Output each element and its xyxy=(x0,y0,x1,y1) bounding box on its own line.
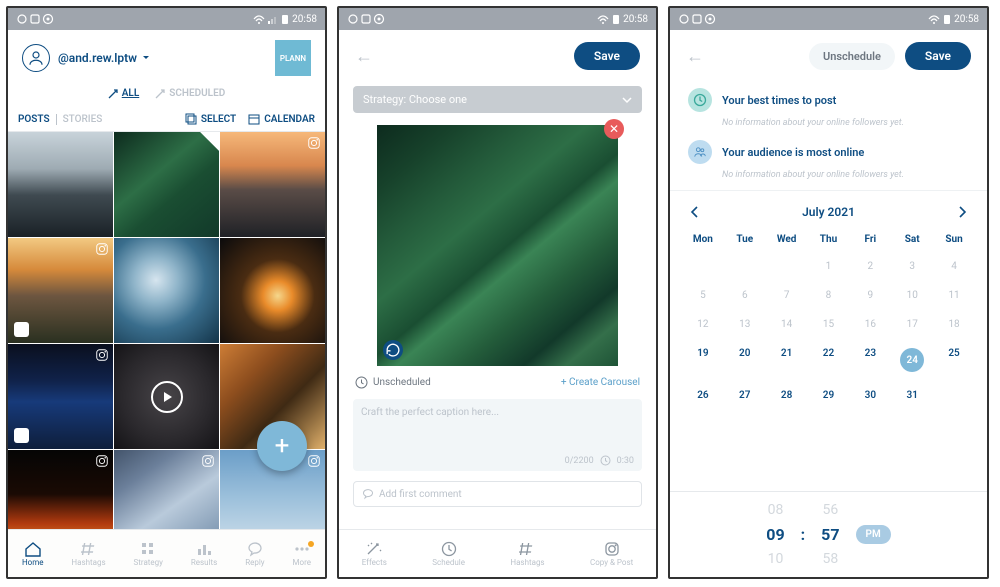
post-thumb[interactable] xyxy=(114,238,219,343)
info-subtitle: No information about your online followe… xyxy=(670,170,987,186)
post-image[interactable]: ✕ xyxy=(377,125,618,366)
status-bar: 20:58 xyxy=(670,8,987,30)
nav-hashtags[interactable]: Hashtags xyxy=(510,541,544,567)
avatar-icon[interactable] xyxy=(22,44,50,72)
clock-label: 20:58 xyxy=(292,14,317,25)
chevron-down-icon xyxy=(622,96,632,104)
tab-scheduled[interactable]: SCHEDULED xyxy=(155,88,225,99)
panel-schedule: 20:58 ← Unschedule Save Your best times … xyxy=(668,6,989,579)
nav-reply[interactable]: Reply xyxy=(245,541,264,567)
back-button[interactable]: ← xyxy=(355,46,373,67)
nav-home[interactable]: Home xyxy=(22,541,44,567)
calendar-button[interactable]: CALENDAR xyxy=(248,113,315,125)
add-post-fab[interactable] xyxy=(257,421,307,471)
post-thumb[interactable] xyxy=(8,344,113,449)
unschedule-button[interactable]: Unschedule xyxy=(809,43,895,70)
nav-results[interactable]: Results xyxy=(191,541,217,567)
bottom-nav: Home Hashtags Strategy Results Reply Mor… xyxy=(8,529,325,577)
comment-icon xyxy=(362,488,374,500)
caption-input[interactable]: Craft the perfect caption here... 0/2200… xyxy=(353,399,642,471)
panel-grid: 20:58 @and.rew.lptw PLANN ALL SCHEDULED … xyxy=(6,6,327,579)
checkbox-icon[interactable] xyxy=(14,322,29,337)
nav-hashtags[interactable]: Hashtags xyxy=(71,541,105,567)
minute-wheel[interactable]: 56 57 58 xyxy=(821,502,839,567)
best-times-row: Your best times to post xyxy=(670,82,987,118)
calendar-grid[interactable]: MonTueWedThuFriSatSun1234567891011121314… xyxy=(670,227,987,410)
post-thumb[interactable] xyxy=(220,132,325,237)
notification-dot-icon xyxy=(308,541,314,547)
post-thumb[interactable] xyxy=(220,238,325,343)
ampm-toggle[interactable]: PM xyxy=(856,525,891,544)
clock-label: 20:58 xyxy=(623,14,648,25)
create-carousel-link[interactable]: + Create Carousel xyxy=(561,377,640,388)
play-icon xyxy=(114,344,219,449)
hour-wheel[interactable]: 08 09 10 xyxy=(766,502,784,567)
prev-month-button[interactable] xyxy=(690,206,700,218)
next-month-button[interactable] xyxy=(957,206,967,218)
tab-all[interactable]: ALL xyxy=(108,88,140,99)
time-picker[interactable]: 08 09 10 : 56 57 58 PM xyxy=(670,491,987,577)
info-subtitle: No information about your online followe… xyxy=(670,118,987,134)
post-thumb[interactable] xyxy=(114,450,219,529)
editor-bottom-nav: Effects Schedule Hashtags Copy & Post xyxy=(339,529,656,577)
audience-icon xyxy=(688,140,712,164)
nav-more[interactable]: More xyxy=(293,541,311,567)
scheduled-status: Unscheduled xyxy=(355,376,431,389)
post-thumb[interactable] xyxy=(8,450,113,529)
filter-tabs: ALL SCHEDULED xyxy=(8,86,325,107)
post-thumb-video[interactable] xyxy=(114,344,219,449)
char-counter: 0/2200 xyxy=(565,456,594,466)
clock-icon xyxy=(355,376,368,389)
post-thumb[interactable] xyxy=(8,132,113,237)
save-button[interactable]: Save xyxy=(905,42,971,70)
add-first-comment-button[interactable]: Add first comment xyxy=(353,481,642,507)
strategy-dropdown[interactable]: Strategy: Choose one xyxy=(353,86,642,113)
select-button[interactable]: SELECT xyxy=(185,113,236,125)
save-button[interactable]: Save xyxy=(574,42,640,70)
nav-schedule[interactable]: Schedule xyxy=(432,541,465,567)
back-button[interactable]: ← xyxy=(686,46,704,67)
username-dropdown[interactable]: @and.rew.lptw xyxy=(58,51,150,65)
month-label: July 2021 xyxy=(802,205,855,219)
profile-header: @and.rew.lptw PLANN xyxy=(8,30,325,86)
plann-logo: PLANN xyxy=(275,40,311,76)
audience-row: Your audience is most online xyxy=(670,134,987,170)
post-thumb[interactable] xyxy=(114,132,219,237)
clock-icon xyxy=(600,455,611,466)
refresh-image-button[interactable] xyxy=(383,340,403,360)
status-bar: 20:58 xyxy=(8,8,325,30)
nav-copy-post[interactable]: Copy & Post xyxy=(590,541,633,567)
content-type-bar: POSTS STORIES SELECT CALENDAR xyxy=(8,107,325,132)
status-bar: 20:58 xyxy=(339,8,656,30)
tab-stories[interactable]: STORIES xyxy=(63,114,103,125)
nav-effects[interactable]: Effects xyxy=(362,541,387,567)
calendar-header: July 2021 xyxy=(670,193,987,227)
tab-posts[interactable]: POSTS xyxy=(18,114,50,125)
clock-icon xyxy=(688,88,712,112)
panel-editor: 20:58 ← Save Strategy: Choose one ✕ Unsc… xyxy=(337,6,658,579)
remove-image-button[interactable]: ✕ xyxy=(604,119,624,139)
post-thumb[interactable] xyxy=(8,238,113,343)
clock-label: 20:58 xyxy=(954,14,979,25)
checkbox-icon[interactable] xyxy=(14,428,29,443)
nav-strategy[interactable]: Strategy xyxy=(134,541,163,567)
video-duration: 0:30 xyxy=(617,456,634,466)
